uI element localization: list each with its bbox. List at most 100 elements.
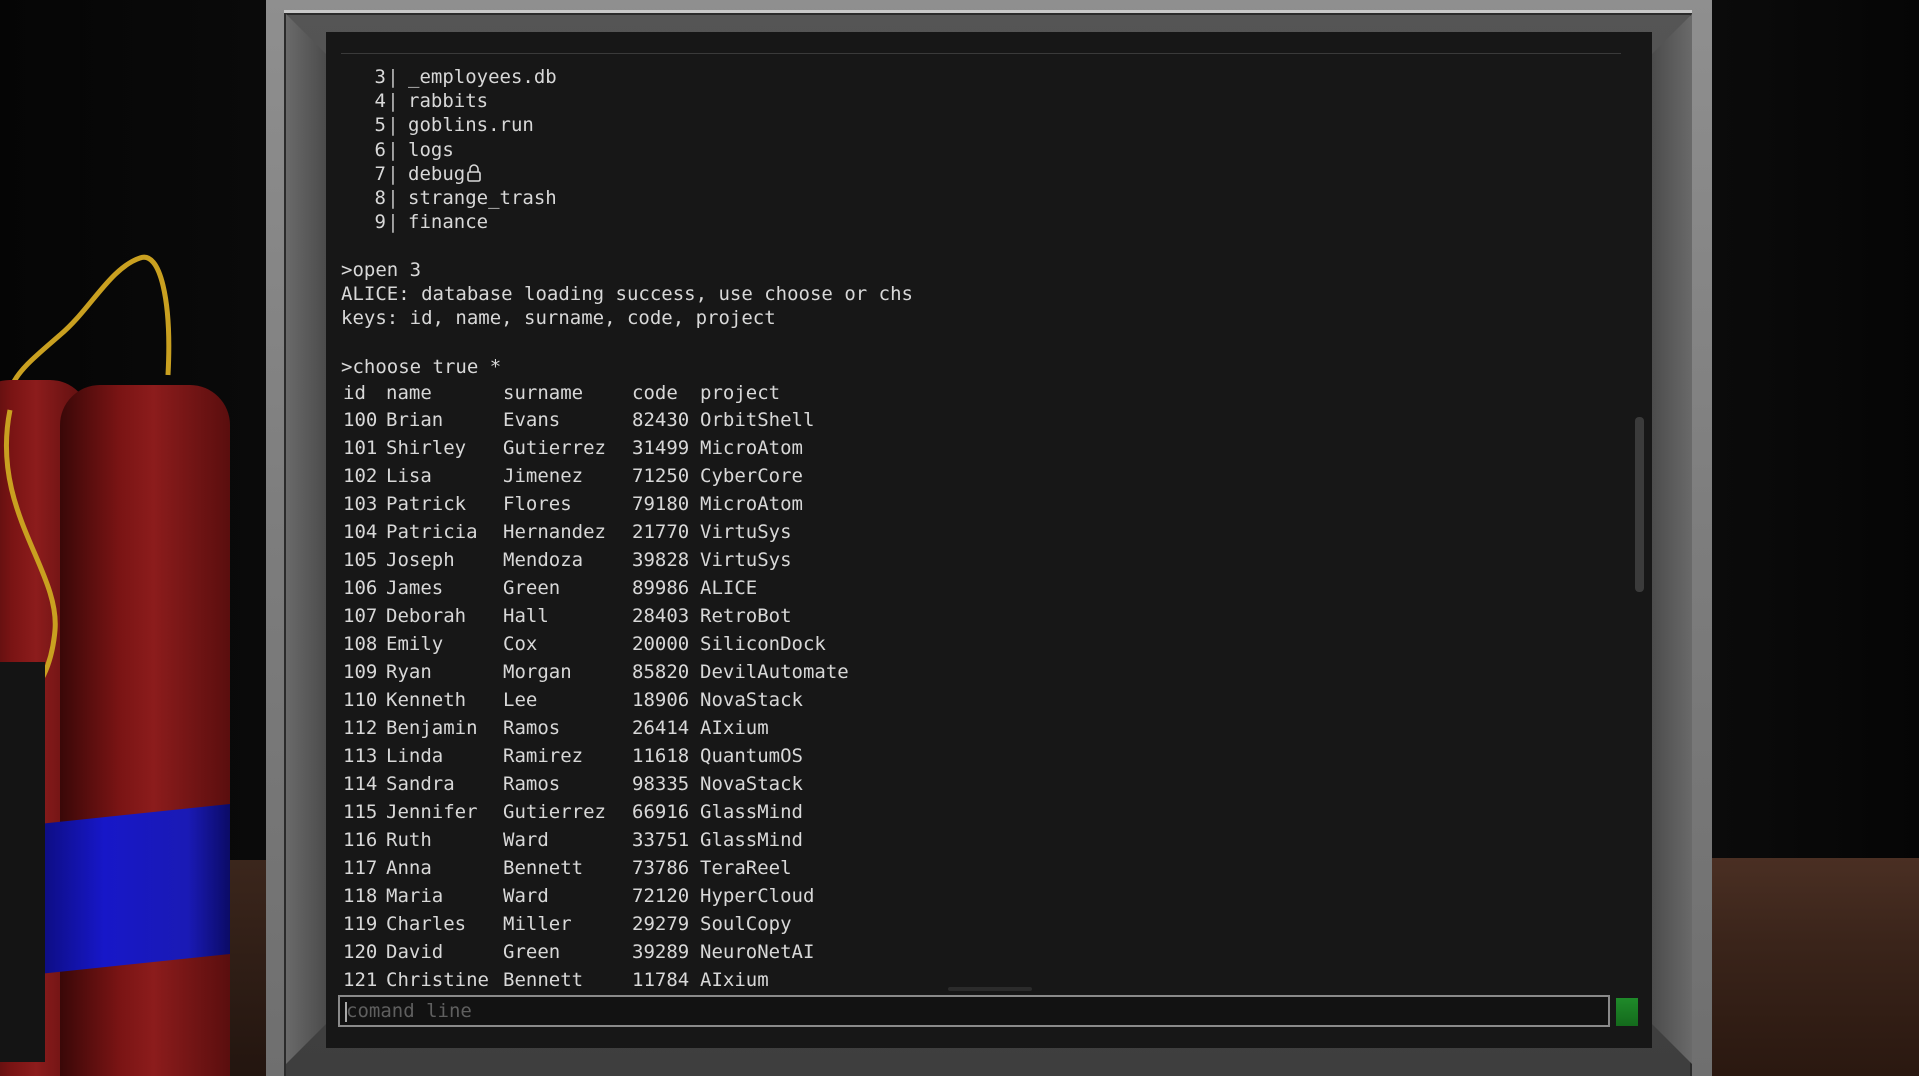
cell-id: 107 — [343, 605, 378, 627]
cell-surname: Green — [503, 941, 561, 963]
cell-code: 28403 — [632, 605, 690, 627]
lock-icon — [467, 163, 482, 182]
cell-id: 110 — [343, 689, 378, 711]
header-name: name — [386, 382, 432, 404]
cell-name: Brian — [386, 409, 444, 431]
table-row: 121 Christine Bennett 11784 AIxium — [343, 966, 900, 990]
file-number: 7 — [374, 162, 386, 185]
desk-right — [1690, 858, 1919, 1076]
cell-project: CyberCore — [700, 465, 803, 487]
cell-id: 102 — [343, 465, 378, 487]
cell-surname: Ramirez — [503, 745, 584, 767]
cell-project: MicroAtom — [700, 437, 803, 459]
table-row: 108 Emily Cox 20000 SiliconDock — [343, 630, 900, 658]
terminal-screen: 3 | _employees.db 4 | rabbits 5 | goblin… — [326, 32, 1652, 1048]
vertical-scrollbar[interactable] — [1635, 417, 1644, 592]
table-row: 104 Patricia Hernandez 21770 VirtuSys — [343, 518, 900, 546]
cell-id: 114 — [343, 773, 378, 795]
cell-name: Jennifer — [386, 801, 478, 823]
cell-name: Ryan — [386, 661, 432, 683]
terminal-divider — [341, 53, 1621, 54]
cell-project: ALICE — [700, 577, 758, 599]
cell-surname: Flores — [503, 493, 572, 515]
file-list-item: 4 | rabbits — [356, 89, 557, 113]
cell-project: NovaStack — [700, 689, 803, 711]
cell-surname: Bennett — [503, 969, 584, 990]
cell-project: VirtuSys — [700, 521, 792, 543]
cell-surname: Ward — [503, 885, 549, 907]
cell-code: 26414 — [632, 717, 690, 739]
header-id: id — [343, 382, 366, 404]
file-name: goblins.run — [408, 114, 534, 137]
terminal-output[interactable]: 3 | _employees.db 4 | rabbits 5 | goblin… — [326, 32, 1636, 990]
cell-surname: Ramos — [503, 717, 561, 739]
cell-code: 98335 — [632, 773, 690, 795]
cell-name: Benjamin — [386, 717, 478, 739]
cell-surname: Gutierrez — [503, 437, 606, 459]
table-row: 107 Deborah Hall 28403 RetroBot — [343, 602, 900, 630]
cell-name: Deborah — [386, 605, 467, 627]
cell-project: SoulCopy — [700, 913, 792, 935]
cell-project: VirtuSys — [700, 549, 792, 571]
command-echo: >choose true * — [341, 355, 502, 378]
command-line-placeholder: comand line — [346, 1000, 472, 1022]
table-header: id name surname code project — [343, 380, 900, 406]
cell-id: 113 — [343, 745, 378, 767]
file-name: _employees.db — [408, 66, 557, 88]
cell-name: Sandra — [386, 773, 455, 795]
file-name: debug — [400, 162, 482, 186]
dynamite-stick — [60, 385, 230, 1076]
table-row: 103 Patrick Flores 79180 MicroAtom — [343, 490, 900, 518]
cell-surname: Bennett — [503, 857, 584, 879]
table-row: 110 Kenneth Lee 18906 NovaStack — [343, 686, 900, 714]
cell-name: Christine — [386, 969, 489, 990]
table-row: 115 Jennifer Gutierrez 66916 GlassMind — [343, 798, 900, 826]
dynamite-tape-band — [20, 803, 230, 977]
file-list-item: 3 | _employees.db — [356, 65, 557, 89]
cell-name: Emily — [386, 633, 444, 655]
cell-project: MicroAtom — [700, 493, 803, 515]
table-row: 106 James Green 89986 ALICE — [343, 574, 900, 602]
header-surname: surname — [503, 382, 584, 404]
cell-surname: Ramos — [503, 773, 561, 795]
cell-name: Anna — [386, 857, 432, 879]
cell-name: David — [386, 941, 444, 963]
cell-project: TeraReel — [700, 857, 792, 879]
cell-id: 116 — [343, 829, 378, 851]
file-separator: | — [387, 138, 399, 161]
cell-surname: Mendoza — [503, 549, 584, 571]
horizontal-scroll-indicator[interactable] — [948, 987, 1032, 991]
file-number: 9 — [374, 211, 386, 234]
file-number: 8 — [374, 186, 386, 209]
submit-button[interactable] — [1616, 998, 1638, 1026]
system-message: ALICE: database loading success, use cho… — [341, 283, 913, 306]
cell-code: 89986 — [632, 577, 690, 599]
query-result-table: id name surname code project 100 Brian Eva… — [343, 380, 900, 990]
cell-name: Joseph — [386, 549, 455, 571]
table-row: 116 Ruth Ward 33751 GlassMind — [343, 826, 900, 854]
file-name: finance — [408, 211, 489, 234]
cell-surname: Miller — [503, 913, 572, 935]
cell-id: 105 — [343, 549, 378, 571]
cell-code: 79180 — [632, 493, 690, 515]
file-number: 5 — [374, 114, 386, 137]
command-line-input[interactable]: comand line — [338, 995, 1610, 1027]
cell-code: 39828 — [632, 549, 690, 571]
cell-surname: Jimenez — [503, 465, 584, 487]
cell-name: Charles — [386, 913, 467, 935]
file-separator: | — [387, 90, 399, 113]
file-list-item: 9 | finance — [356, 210, 557, 234]
cell-code: 73786 — [632, 857, 690, 879]
cell-name: Maria — [386, 885, 444, 907]
cell-code: 72120 — [632, 885, 690, 907]
cell-id: 118 — [343, 885, 378, 907]
cell-project: DevilAutomate — [700, 661, 849, 683]
table-row: 118 Maria Ward 72120 HyperCloud — [343, 882, 900, 910]
table-body: 100 Brian Evans 82430 OrbitShell 101 Shirley Gu… — [343, 406, 900, 990]
cell-name: Lisa — [386, 465, 432, 487]
cell-code: 39289 — [632, 941, 690, 963]
cell-code: 33751 — [632, 829, 690, 851]
file-list: 3 | _employees.db 4 | rabbits 5 | goblin… — [356, 65, 557, 234]
cell-project: GlassMind — [700, 801, 803, 823]
